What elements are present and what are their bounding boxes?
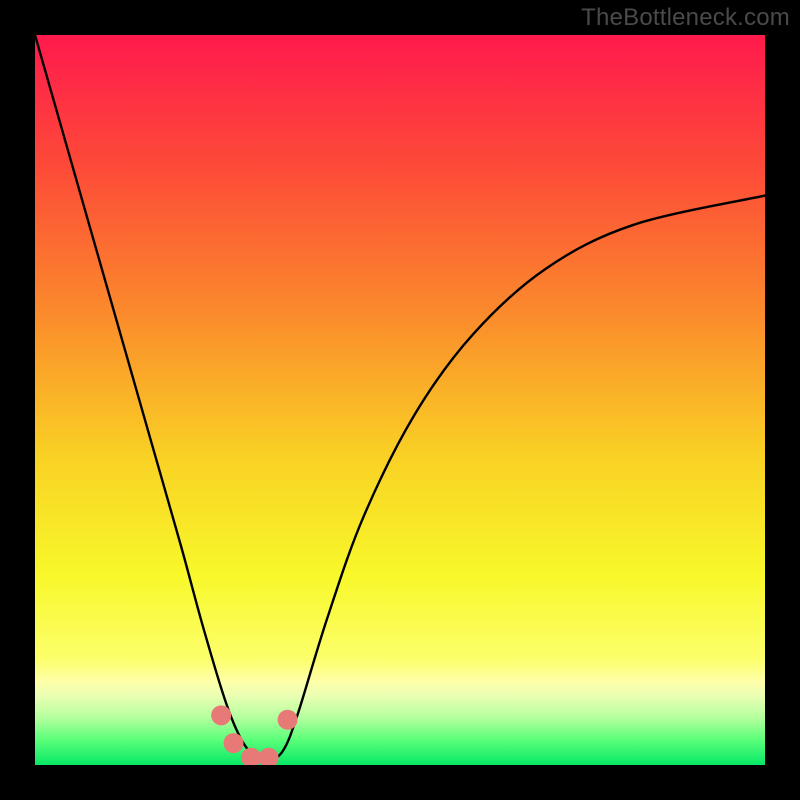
marker-dot-4 <box>278 710 298 730</box>
marker-dot-0 <box>211 705 231 725</box>
gradient-background <box>35 35 765 765</box>
chart-container: TheBottleneck.com <box>0 0 800 800</box>
plot-area <box>35 35 765 765</box>
chart-svg <box>35 35 765 765</box>
marker-dot-1 <box>224 733 244 753</box>
watermark-label: TheBottleneck.com <box>581 4 790 32</box>
